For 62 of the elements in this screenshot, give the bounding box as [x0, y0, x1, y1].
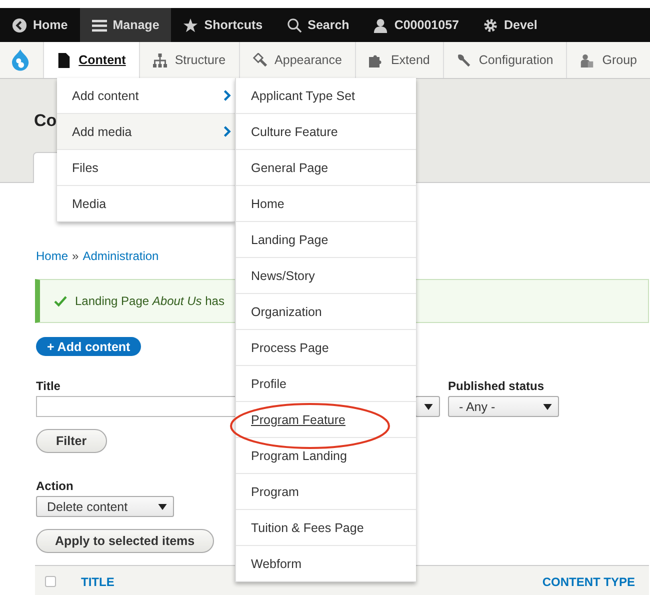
action-select[interactable]: Delete content	[36, 496, 174, 517]
menu-item[interactable]: Organization	[236, 294, 416, 330]
toolbar-tab[interactable]: Shortcuts	[171, 8, 275, 42]
type-select[interactable]	[415, 396, 440, 417]
puzzle-icon	[368, 52, 383, 68]
menu-item[interactable]: Program Feature	[236, 402, 416, 438]
menu-item[interactable]: Program	[236, 474, 416, 510]
chevron-right-icon	[223, 126, 231, 137]
menu-item[interactable]: Culture Feature	[236, 114, 416, 150]
field-label: Published status	[448, 379, 544, 393]
caret-icon	[424, 404, 433, 410]
status-select-value: - Any -	[459, 400, 496, 414]
status-select[interactable]: - Any -	[448, 396, 559, 417]
drupal-drop-logo[interactable]	[12, 47, 29, 73]
menu-item[interactable]: Landing Page	[236, 222, 416, 258]
people-icon	[580, 52, 594, 68]
breadcrumb-separator: »	[72, 249, 79, 263]
menu-item[interactable]: Home	[236, 186, 416, 222]
back-icon	[12, 18, 27, 32]
toolbar-tab[interactable]: C00001057	[361, 8, 471, 42]
add-content-button[interactable]: + Add content	[36, 337, 142, 356]
toolbar-tab[interactable]: Search	[274, 8, 362, 42]
menu-item[interactable]: News/Story	[236, 258, 416, 294]
admin-menu-tab[interactable]: Group	[566, 42, 650, 78]
breadcrumb-link[interactable]: Administration	[82, 249, 159, 263]
field-label: Action	[36, 479, 74, 493]
wrench-icon	[456, 52, 471, 68]
menu-item[interactable]: General Page	[236, 150, 416, 186]
checkmark-icon	[54, 296, 67, 306]
apply-button[interactable]: Apply to selected items	[36, 529, 214, 553]
admin-menu-tab[interactable]: Content	[42, 42, 139, 78]
action-select-value: Delete content	[47, 500, 128, 514]
field-label: Title	[36, 379, 60, 393]
admin-menu-tab[interactable]: Configuration	[442, 42, 566, 78]
caret-icon	[158, 504, 167, 510]
select-all-checkbox[interactable]	[45, 576, 56, 587]
status-message-text: Landing Page About Us has	[75, 294, 224, 308]
menu-icon	[92, 18, 107, 32]
menu-item[interactable]: Webform	[236, 546, 416, 582]
column-header[interactable]: TITLE	[81, 574, 114, 588]
menu-item[interactable]: Applicant Type Set	[236, 78, 416, 114]
paint-brush-icon	[252, 52, 267, 68]
caret-icon	[543, 404, 552, 410]
filter-button[interactable]: Filter	[36, 429, 107, 453]
user-icon	[373, 18, 388, 32]
star-icon	[183, 18, 198, 32]
menu-item[interactable]: Process Page	[236, 330, 416, 366]
search-icon	[286, 18, 302, 32]
chevron-right-icon	[223, 90, 231, 101]
document-icon	[56, 52, 71, 68]
menu-item[interactable]: Tuition & Fees Page	[236, 510, 416, 546]
gear-icon	[482, 18, 498, 32]
toolbar-tab[interactable]: Home	[0, 8, 80, 42]
menu-item[interactable]: Profile	[236, 366, 416, 402]
toolbar-tab[interactable]: Manage	[80, 8, 172, 42]
hierarchy-icon	[152, 52, 167, 68]
column-header[interactable]: CONTENT TYPE	[542, 574, 635, 588]
breadcrumb-link[interactable]: Home	[36, 249, 68, 263]
toolbar-tab[interactable]: Devel	[470, 8, 550, 42]
page-title: Co	[34, 111, 57, 131]
menu-item[interactable]: Program Landing	[236, 438, 416, 474]
menu-item[interactable]: Add media	[57, 114, 235, 150]
